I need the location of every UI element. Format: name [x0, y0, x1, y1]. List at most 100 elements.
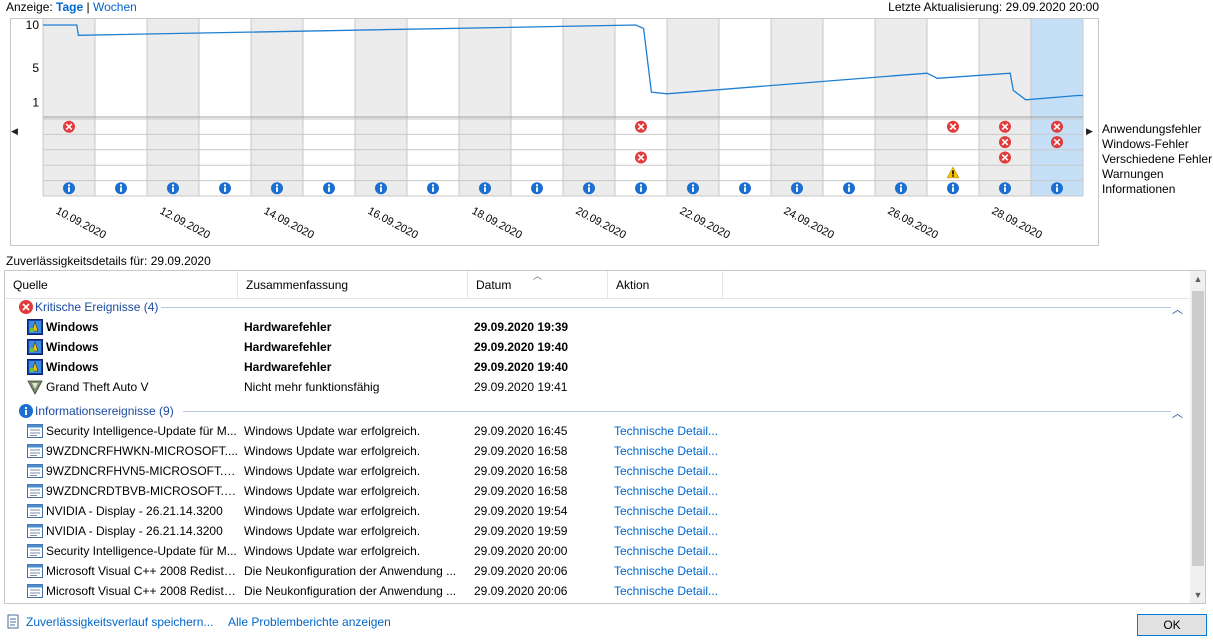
details-title: Zuverlässigkeitsdetails für: 29.09.2020 — [6, 254, 211, 268]
row-action-link[interactable]: Technische Detail... — [614, 501, 726, 521]
row-summary: Windows Update war erfolgreich. — [244, 504, 421, 518]
row-action-link[interactable]: Technische Detail... — [614, 421, 726, 441]
row-date: 29.09.2020 16:58 — [474, 484, 568, 498]
collapse-info-icon[interactable]: ︿ — [1172, 405, 1183, 421]
row-date: 29.09.2020 19:59 — [474, 524, 568, 538]
info-event-glyph — [224, 184, 226, 187]
update-window-icon — [27, 584, 43, 598]
info-event-glyph — [172, 187, 174, 192]
date-tick-label: 24.09.2020 — [782, 205, 836, 241]
table-row[interactable]: NVIDIA - Display - 26.21.14.3200 Windows … — [5, 501, 1190, 521]
group-divider — [161, 307, 1171, 308]
windows-shield-icon — [27, 359, 43, 375]
update-window-icon — [27, 504, 43, 518]
info-event-glyph — [328, 187, 330, 192]
day-column — [355, 19, 407, 196]
row-date: 29.09.2020 16:58 — [474, 444, 568, 458]
row-summary: Windows Update war erfolgreich. — [244, 484, 421, 498]
info-event-glyph — [640, 187, 642, 192]
row-date: 29.09.2020 16:45 — [474, 424, 568, 438]
ok-button[interactable]: OK — [1137, 614, 1207, 636]
info-event-glyph — [744, 184, 746, 187]
chart-scroll-left-icon[interactable]: ◀ — [11, 126, 18, 137]
row-action-link[interactable]: Technische Detail... — [614, 541, 726, 561]
view-toggle: Anzeige: Tage | Wochen — [6, 0, 137, 14]
view-weeks-link[interactable]: Wochen — [93, 0, 137, 14]
reliability-chart-svg[interactable]: 10 5 1 10.09.2020 12.09.2020 14.09.2020 16.09.… — [11, 18, 1098, 245]
info-event-glyph — [276, 187, 278, 192]
info-event-glyph — [1004, 184, 1006, 187]
scroll-down-icon[interactable]: ▼ — [1190, 587, 1205, 603]
day-column — [511, 19, 563, 196]
row-summary: Hardwarefehler — [244, 320, 332, 334]
table-row[interactable]: Microsoft Visual C++ 2008 Redistri... Die… — [5, 581, 1190, 601]
row-summary: Windows Update war erfolgreich. — [244, 444, 421, 458]
table-row[interactable]: Security Intelligence-Update für M... Win… — [5, 421, 1190, 441]
row-summary: Hardwarefehler — [244, 340, 332, 354]
table-row[interactable]: Grand Theft Auto V Nicht mehr funktionsfä… — [5, 377, 1190, 397]
row-date: 29.09.2020 20:06 — [474, 564, 568, 578]
row-action-link[interactable]: Technische Detail... — [614, 521, 726, 541]
day-column[interactable] — [1031, 19, 1083, 196]
row-action-link[interactable]: Technische Detail... — [614, 581, 726, 601]
date-tick-label: 18.09.2020 — [470, 205, 524, 241]
row-date: 29.09.2020 16:58 — [474, 464, 568, 478]
info-event-glyph — [692, 187, 694, 192]
row-summary: Windows Update war erfolgreich. — [244, 464, 421, 478]
table-row[interactable]: 9WZDNCRDTBVB-MICROSOFT.WI... Windows Upda… — [5, 481, 1190, 501]
table-row[interactable]: 9WZDNCRFHWKN-MICROSOFT.... Windows Update… — [5, 441, 1190, 461]
day-column — [875, 19, 927, 196]
column-source[interactable]: Quelle — [5, 271, 238, 299]
collapse-critical-icon[interactable]: ︿ — [1172, 301, 1183, 317]
legend-warnings: Warnungen — [1102, 167, 1164, 181]
row-action-link[interactable]: Technische Detail... — [614, 461, 726, 481]
table-row[interactable]: Windows Hardwarefehler 29.09.2020 19:40 — [5, 357, 1190, 377]
events-table: Quelle Zusammenfassung Datum Aktion ︿ Kr… — [4, 270, 1206, 604]
view-days-link[interactable]: Tage — [56, 0, 83, 14]
chart-scroll-right-icon[interactable]: ▶ — [1086, 126, 1093, 137]
reliability-chart[interactable]: 10 5 1 10.09.2020 12.09.2020 14.09.2020 16.09.… — [10, 18, 1099, 246]
row-action-link[interactable]: Technische Detail... — [614, 561, 726, 581]
day-column — [563, 19, 615, 196]
scrollbar-thumb[interactable] — [1192, 291, 1204, 566]
info-event-glyph — [588, 184, 590, 187]
info-event-glyph — [484, 184, 486, 187]
save-history-label[interactable]: Zuverlässigkeitsverlauf speichern... — [26, 614, 213, 630]
info-event-glyph — [224, 187, 226, 192]
y-tick-label: 5 — [32, 61, 39, 75]
column-action[interactable]: Aktion — [608, 271, 723, 299]
update-window-icon — [27, 444, 43, 458]
table-header: Quelle Zusammenfassung Datum Aktion ︿ — [5, 271, 1190, 299]
table-scrollbar[interactable]: ▲ ▼ — [1190, 271, 1205, 603]
row-source: NVIDIA - Display - 26.21.14.3200 — [46, 524, 223, 538]
day-column — [459, 19, 511, 196]
table-row[interactable]: NVIDIA - Display - 26.21.14.3200 Windows … — [5, 521, 1190, 541]
info-event-glyph — [120, 187, 122, 192]
row-action-link[interactable]: Technische Detail... — [614, 481, 726, 501]
update-window-icon — [27, 524, 43, 538]
table-row[interactable]: Microsoft Visual C++ 2008 Redistri... Die… — [5, 561, 1190, 581]
column-summary[interactable]: Zusammenfassung — [238, 271, 468, 299]
row-source: Grand Theft Auto V — [46, 380, 149, 394]
all-reports-link[interactable]: Alle Problemberichte anzeigen — [228, 614, 391, 630]
info-event-glyph — [900, 184, 902, 187]
update-window-icon — [27, 564, 43, 578]
group-divider — [183, 411, 1171, 412]
row-date: 29.09.2020 20:00 — [474, 544, 568, 558]
row-summary: Die Neukonfiguration der Anwendung ... — [244, 564, 457, 578]
update-window-icon — [27, 484, 43, 498]
table-row[interactable]: Windows Hardwarefehler 29.09.2020 19:40 — [5, 337, 1190, 357]
date-tick-label: 28.09.2020 — [990, 205, 1044, 241]
day-column — [719, 19, 771, 196]
table-row[interactable]: Windows Hardwarefehler 29.09.2020 19:39 — [5, 317, 1190, 337]
legend-windows-errors: Windows-Fehler — [1102, 137, 1189, 151]
row-date: 29.09.2020 19:41 — [474, 380, 568, 394]
row-action-link[interactable]: Technische Detail... — [614, 441, 726, 461]
day-column — [407, 19, 459, 196]
date-tick-label: 26.09.2020 — [886, 205, 940, 241]
table-row[interactable]: Security Intelligence-Update für M... Win… — [5, 541, 1190, 561]
info-event-glyph — [328, 184, 330, 187]
scroll-up-icon[interactable]: ▲ — [1190, 271, 1205, 287]
table-row[interactable]: 9WZDNCRFHVN5-MICROSOFT.WI... Windows Upda… — [5, 461, 1190, 481]
chart-legend: Anwendungsfehler Windows-Fehler Verschie… — [1102, 122, 1212, 197]
